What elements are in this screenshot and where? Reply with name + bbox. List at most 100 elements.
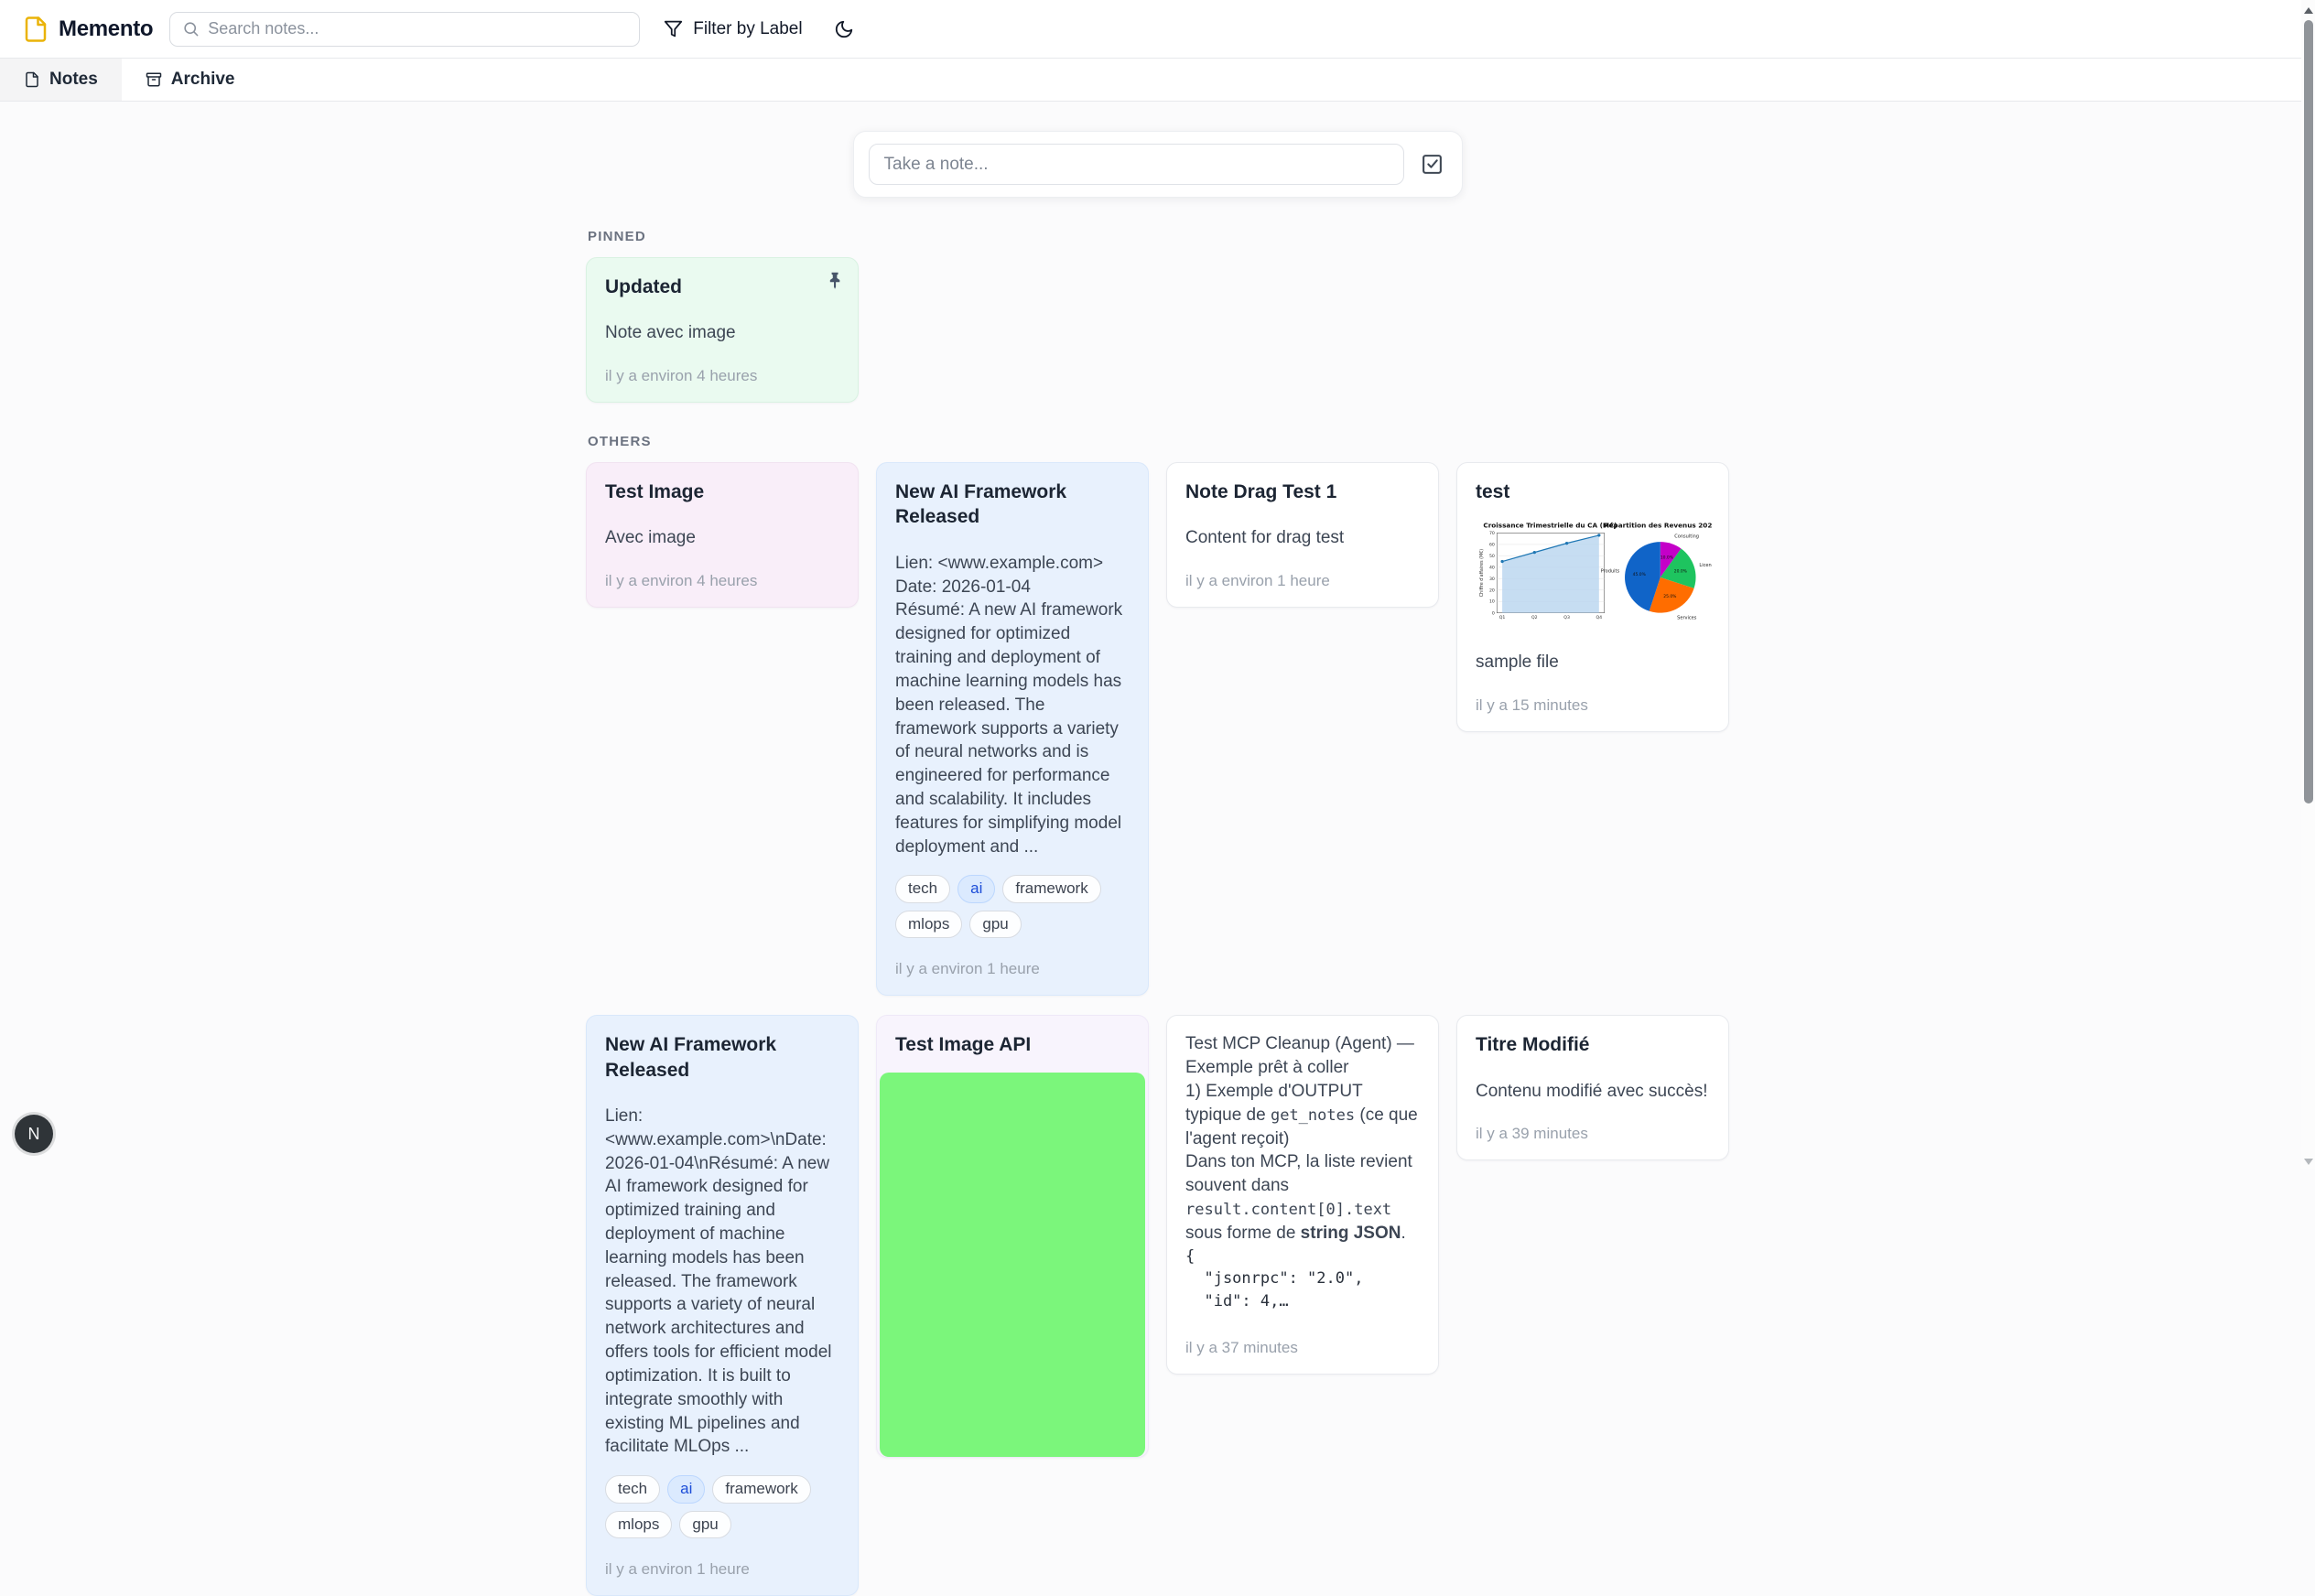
tag-mlops[interactable]: mlops	[895, 911, 962, 938]
tag-tech[interactable]: tech	[895, 875, 950, 902]
line-chart-ylabel: Chiffre d'affaires (M€)	[1479, 549, 1485, 597]
note-content: Content for drag test	[1185, 526, 1420, 550]
note-title: Test Image API	[895, 1032, 1130, 1057]
memento-file-icon	[22, 16, 49, 43]
note-title: Titre Modifié	[1476, 1032, 1710, 1057]
new-checklist-button[interactable]	[1417, 149, 1447, 179]
tag-list: tech ai framework mlops gpu	[605, 1475, 839, 1538]
app-header: Memento Filter by Label	[0, 0, 2315, 59]
pinned-grid: Updated Note avec image il y a environ 4…	[586, 257, 1729, 403]
note-timestamp: il y a environ 1 heure	[895, 960, 1130, 978]
note-content: Avec image	[605, 526, 839, 550]
note-card-test-image-api[interactable]: Test Image API	[876, 1015, 1149, 1457]
note-card-test-image[interactable]: Test Image Avec image il y a environ 4 h…	[586, 462, 859, 608]
tag-ai[interactable]: ai	[667, 1475, 705, 1503]
scrollbar-thumb[interactable]	[2304, 20, 2313, 803]
app-title: Memento	[59, 16, 153, 42]
filter-by-label-button[interactable]: Filter by Label	[664, 19, 802, 39]
attached-green-image	[880, 1073, 1145, 1457]
note-content: sample file	[1476, 651, 1710, 674]
note-timestamp: il y a environ 4 heures	[605, 367, 839, 385]
svg-text:0: 0	[1492, 611, 1495, 617]
search-input[interactable]	[200, 19, 639, 38]
note-content: Note avec image	[605, 321, 839, 345]
svg-text:Q2: Q2	[1531, 615, 1538, 620]
scroll-up-arrow[interactable]	[2304, 7, 2313, 14]
tag-mlops[interactable]: mlops	[605, 1511, 672, 1538]
note-timestamp: il y a environ 4 heures	[605, 572, 839, 590]
attached-charts-image: Croissance Trimestrielle du CA (M€) 0 10…	[1476, 517, 1710, 632]
tab-bar: Notes Archive	[0, 59, 2315, 102]
vertical-scrollbar[interactable]	[2301, 0, 2315, 1169]
svg-text:Produits: Produits	[1601, 569, 1620, 575]
note-title: test	[1476, 480, 1710, 504]
note-card-mcp-cleanup[interactable]: Test MCP Cleanup (Agent) — Exemple prêt …	[1166, 1015, 1439, 1374]
svg-text:50: 50	[1489, 554, 1495, 559]
note-file-icon	[24, 71, 40, 88]
pushpin-icon	[826, 271, 845, 290]
note-composer	[853, 131, 1463, 198]
note-content: Lien: <www.example.com> Date: 2026-01-04…	[895, 552, 1130, 859]
svg-text:20.0%: 20.0%	[1674, 569, 1687, 575]
others-grid: Test Image Avec image il y a environ 4 h…	[586, 462, 1729, 1596]
tag-framework[interactable]: framework	[1002, 875, 1100, 902]
tag-gpu[interactable]: gpu	[679, 1511, 730, 1538]
take-a-note-field[interactable]	[869, 144, 1404, 185]
dark-mode-toggle[interactable]	[834, 19, 854, 39]
filter-by-label-text: Filter by Label	[693, 19, 802, 39]
avatar-initial: N	[28, 1125, 40, 1144]
tag-tech[interactable]: tech	[605, 1475, 660, 1503]
inline-code: get_notes	[1271, 1106, 1355, 1125]
note-card-updated[interactable]: Updated Note avec image il y a environ 4…	[586, 257, 859, 403]
note-card-new-ai-framework-2[interactable]: New AI Framework Released Lien: <www.exa…	[586, 1015, 859, 1596]
svg-text:40: 40	[1489, 566, 1495, 571]
others-section-label: OTHERS	[588, 434, 1729, 449]
note-card-drag-test[interactable]: Note Drag Test 1 Content for drag test i…	[1166, 462, 1439, 608]
note-card-test-charts[interactable]: test Croissance Trimestrielle du CA (M€)…	[1456, 462, 1729, 732]
note-timestamp: il y a environ 1 heure	[605, 1560, 839, 1579]
code-block: { "jsonrpc": "2.0", "id": 4,…	[1185, 1246, 1420, 1313]
note-content: Lien: <www.example.com>\nDate: 2026-01-0…	[605, 1105, 839, 1459]
tag-gpu[interactable]: gpu	[969, 911, 1021, 938]
checkbox-icon	[1421, 153, 1444, 176]
take-a-note-input[interactable]	[884, 155, 1389, 175]
note-content: Contenu modifié avec succès!	[1476, 1080, 1710, 1104]
svg-text:10: 10	[1489, 599, 1495, 605]
svg-text:Q4: Q4	[1596, 615, 1603, 620]
svg-text:20: 20	[1489, 588, 1495, 594]
tag-list: tech ai framework mlops gpu	[895, 875, 1130, 938]
scroll-down-arrow[interactable]	[2304, 1159, 2313, 1165]
note-card-titre-modifie[interactable]: Titre Modifié Contenu modifié avec succè…	[1456, 1015, 1729, 1160]
svg-text:Consulting: Consulting	[1674, 534, 1699, 540]
pin-button[interactable]	[826, 271, 845, 290]
svg-text:Q1: Q1	[1499, 615, 1506, 620]
svg-text:10.0%: 10.0%	[1661, 555, 1673, 561]
note-title: New AI Framework Released	[605, 1032, 839, 1083]
svg-text:Services: Services	[1677, 616, 1697, 621]
note-timestamp: il y a 39 minutes	[1476, 1125, 1710, 1143]
note-timestamp: il y a 37 minutes	[1185, 1339, 1420, 1357]
tab-notes[interactable]: Notes	[0, 59, 122, 101]
note-title: Updated	[605, 275, 839, 299]
search-icon	[170, 20, 200, 38]
archive-box-icon	[146, 71, 162, 88]
tag-framework[interactable]: framework	[712, 1475, 810, 1503]
app-logo: Memento	[22, 16, 153, 43]
tab-archive[interactable]: Archive	[122, 59, 259, 101]
funnel-icon	[664, 19, 683, 38]
note-timestamp: il y a 15 minutes	[1476, 696, 1710, 715]
svg-text:60: 60	[1489, 543, 1495, 548]
svg-text:45.0%: 45.0%	[1633, 572, 1646, 577]
search-box[interactable]	[169, 12, 640, 47]
tag-ai[interactable]: ai	[957, 875, 995, 902]
note-content: Test MCP Cleanup (Agent) — Exemple prêt …	[1185, 1032, 1420, 1245]
line-chart-title: Croissance Trimestrielle du CA (M€)	[1483, 522, 1617, 530]
note-title: New AI Framework Released	[895, 480, 1130, 530]
tab-notes-label: Notes	[49, 70, 98, 90]
note-card-new-ai-framework-1[interactable]: New AI Framework Released Lien: <www.exa…	[876, 462, 1149, 996]
notes-board: PINNED Updated Note avec image il y a en…	[586, 229, 1729, 1596]
note-title: Note Drag Test 1	[1185, 480, 1420, 504]
tab-archive-label: Archive	[171, 70, 235, 90]
svg-text:25.0%: 25.0%	[1663, 595, 1676, 600]
user-avatar[interactable]: N	[15, 1115, 53, 1153]
